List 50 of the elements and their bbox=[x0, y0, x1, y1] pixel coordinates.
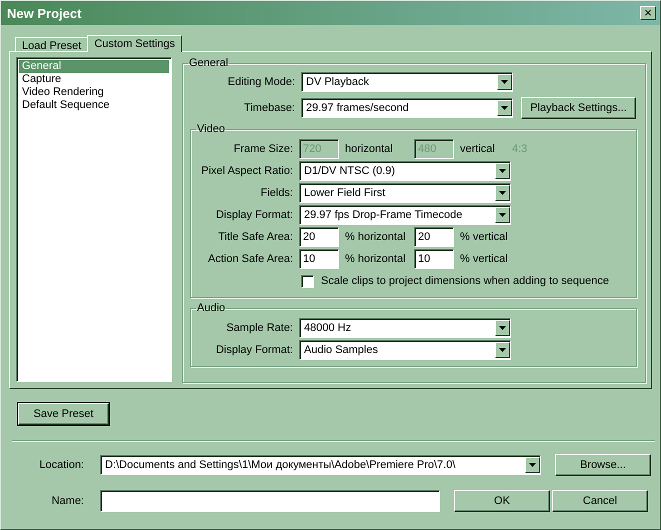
save-preset-button[interactable]: Save Preset bbox=[18, 403, 109, 425]
dropdown[interactable]: D:\Documents and Settings\1\Мои документы\Adobe\Premiere Pro\7.0\ bbox=[100, 455, 541, 475]
field-label: Name: bbox=[50, 495, 84, 507]
field-label: Location: bbox=[38, 459, 84, 471]
ok-button[interactable]: OK bbox=[454, 490, 550, 512]
unit-label: horizontal bbox=[345, 143, 394, 155]
dropdown[interactable]: 48000 Hz bbox=[299, 318, 511, 338]
aspect-label: 4:3 bbox=[512, 143, 528, 155]
dropdown[interactable]: Lower Field First bbox=[299, 183, 511, 203]
field-label: Action Safe Area: bbox=[207, 253, 293, 265]
window-title: New Project bbox=[7, 6, 82, 20]
field-label: Title Safe Area: bbox=[217, 231, 293, 243]
horizontal-field[interactable]: 20 bbox=[299, 227, 339, 247]
playback-settings-button[interactable]: Playback Settings... bbox=[521, 97, 636, 119]
vertical-field[interactable]: 10 bbox=[414, 249, 454, 269]
list-item[interactable]: General bbox=[19, 60, 169, 73]
dropdown[interactable]: 29.97 frames/second bbox=[301, 98, 513, 118]
dropdown[interactable]: 29.97 fps Drop-Frame Timecode bbox=[299, 205, 511, 225]
field-label: Display Format: bbox=[214, 209, 293, 221]
dropdown[interactable]: D1/DV NTSC (0.9) bbox=[299, 161, 511, 181]
dropdown[interactable]: Audio Samples bbox=[299, 340, 511, 360]
browse-button[interactable]: Browse... bbox=[555, 454, 651, 476]
group-title: Audio bbox=[196, 302, 226, 314]
group-title: General bbox=[188, 57, 230, 69]
unit-label: vertical bbox=[460, 143, 496, 155]
tab[interactable]: Load Preset bbox=[15, 37, 88, 51]
vertical-field[interactable]: 20 bbox=[414, 227, 454, 247]
group-title: Video bbox=[196, 123, 226, 135]
dropdown[interactable]: DV Playback bbox=[301, 72, 513, 92]
list-item[interactable]: Video Rendering bbox=[19, 86, 169, 99]
unit-label: % horizontal bbox=[345, 231, 407, 243]
unit-label: % vertical bbox=[460, 253, 509, 265]
name-field[interactable] bbox=[100, 490, 440, 512]
field-label: Timebase: bbox=[243, 102, 295, 114]
unit-label: % vertical bbox=[460, 231, 509, 243]
list-item[interactable]: Default Sequence bbox=[19, 99, 169, 112]
field-label: Fields: bbox=[260, 187, 293, 199]
cancel-button[interactable]: Cancel bbox=[552, 490, 648, 512]
field-label: Frame Size: bbox=[232, 143, 293, 155]
field-label: Pixel Aspect Ratio: bbox=[200, 165, 293, 177]
checkbox-label: Scale clips to project dimensions when adding to sequence bbox=[321, 275, 610, 287]
checkbox[interactable] bbox=[301, 274, 314, 288]
field-label: Sample Rate: bbox=[225, 322, 293, 334]
close-button[interactable]: × bbox=[640, 6, 656, 20]
list-item[interactable]: Capture bbox=[19, 73, 169, 86]
field-label: Editing Mode: bbox=[226, 76, 295, 88]
unit-label: % horizontal bbox=[345, 253, 407, 265]
tab[interactable]: Custom Settings bbox=[87, 35, 182, 52]
field-label: Display Format: bbox=[214, 344, 293, 356]
horizontal-field[interactable]: 10 bbox=[299, 249, 339, 269]
